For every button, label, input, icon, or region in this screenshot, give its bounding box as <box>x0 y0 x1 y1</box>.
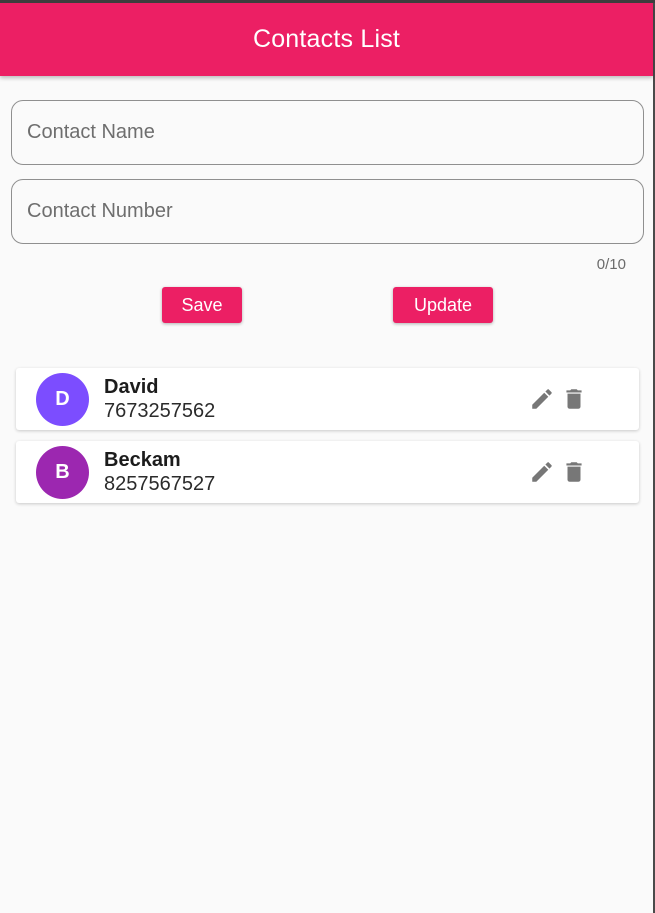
character-counter: 0/10 <box>596 256 626 273</box>
contact-name: David <box>104 376 159 398</box>
update-button[interactable]: Update <box>393 287 493 323</box>
contact-card[interactable]: B Beckam 8257567527 <box>16 441 639 503</box>
window-top-border <box>0 0 655 3</box>
delete-button[interactable] <box>560 385 588 413</box>
avatar: D <box>36 373 89 426</box>
app-bar-title: Contacts List <box>252 25 401 53</box>
save-button[interactable]: Save <box>162 287 242 323</box>
avatar: B <box>36 446 89 499</box>
contact-card[interactable]: D David 7673257562 <box>16 368 639 430</box>
edit-button[interactable] <box>528 385 556 413</box>
contact-number-input[interactable] <box>11 179 644 244</box>
contact-name: Beckam <box>104 449 181 471</box>
contact-number: 8257567527 <box>104 473 216 495</box>
pencil-icon <box>532 462 552 482</box>
pencil-icon <box>532 389 552 409</box>
app-bar: Contacts List <box>0 3 653 76</box>
trash-icon <box>566 389 582 409</box>
contact-number: 7673257562 <box>104 400 216 422</box>
contact-name-input[interactable] <box>11 100 644 165</box>
edit-button[interactable] <box>528 458 556 486</box>
delete-button[interactable] <box>560 458 588 486</box>
trash-icon <box>566 462 582 482</box>
